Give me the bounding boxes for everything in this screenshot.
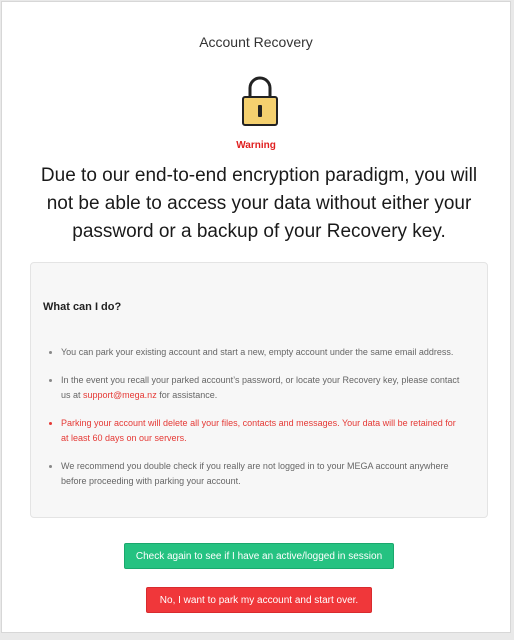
- warning-label: Warning: [236, 140, 276, 151]
- support-email-link[interactable]: support@mega.nz: [83, 390, 157, 400]
- park-account-button[interactable]: No, I want to park my account and start …: [146, 587, 372, 613]
- info-panel: What can I do? You can park your existin…: [30, 262, 488, 518]
- dialog-title: Account Recovery: [199, 34, 313, 50]
- list-item-text: for assistance.: [156, 390, 218, 400]
- info-list: You can park your existing account and s…: [45, 345, 465, 502]
- list-item-warning: Parking your account will delete all you…: [45, 416, 465, 446]
- panel-heading: What can I do?: [43, 301, 122, 313]
- check-session-button[interactable]: Check again to see if I have an active/l…: [124, 543, 394, 569]
- headline-text: Due to our end-to-end encryption paradig…: [40, 165, 478, 242]
- list-item: We recommend you double check if you rea…: [45, 459, 465, 489]
- list-item: You can park your existing account and s…: [45, 345, 465, 360]
- list-item: In the event you recall your parked acco…: [45, 373, 465, 403]
- account-recovery-dialog: Account Recovery Warning Due to our end-…: [1, 1, 511, 633]
- padlock-icon: [242, 76, 278, 126]
